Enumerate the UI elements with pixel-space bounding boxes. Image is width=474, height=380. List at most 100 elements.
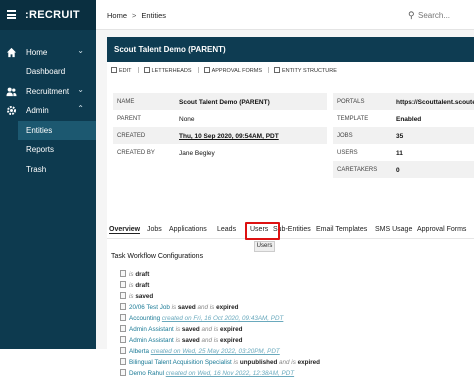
- menu-icon[interactable]: [7, 10, 16, 19]
- card-header: Scout Talent Demo (PARENT): [107, 37, 474, 62]
- detail-value: Thu, 10 Sep 2020, 09:54AM, PDT: [179, 133, 279, 140]
- chevron-up-icon: ⌃: [77, 104, 84, 113]
- list-item[interactable]: is draft: [120, 270, 149, 281]
- workflow-name[interactable]: Admin Assistant: [129, 337, 174, 344]
- and-is-text: and is: [197, 304, 215, 311]
- tab-sms-usage[interactable]: SMS Usage: [375, 226, 412, 233]
- list-item[interactable]: is saved: [120, 292, 153, 303]
- list-item[interactable]: Admin Assistant is saved and is expired: [120, 325, 242, 336]
- status-text: saved: [181, 326, 200, 333]
- tab-approval-forms[interactable]: Approval Forms: [417, 226, 466, 233]
- main-content: Scout Talent Demo (PARENT) EDIT LETTERHEA…: [96, 30, 474, 377]
- divider: [107, 238, 474, 239]
- detail-key: PORTALS: [337, 99, 365, 105]
- pencil-icon: [111, 67, 117, 73]
- detail-value: 0: [396, 167, 400, 174]
- list-item[interactable]: Accounting created on Fri, 16 Oct 2020, …: [120, 314, 283, 325]
- list-item[interactable]: Admin Assistant is saved and is expired: [120, 336, 242, 347]
- tab-leads[interactable]: Leads: [217, 226, 236, 233]
- sidebar-item-label: Home: [26, 48, 48, 57]
- portal-link[interactable]: https://Scouttalent.scouten: [396, 99, 474, 106]
- sidebar-item-home[interactable]: Home ⌄: [0, 43, 96, 62]
- tab-overview[interactable]: Overview: [109, 226, 141, 234]
- detail-row: TEMPLATE Enabled: [333, 110, 474, 127]
- breadcrumb-entities[interactable]: Entities: [141, 11, 166, 20]
- workflow-name[interactable]: Bilingual Talent Acquisition Specialist: [129, 359, 232, 366]
- entity-structure-button[interactable]: ENTITY STRUCTURE: [274, 67, 337, 74]
- list-item[interactable]: Demo Rahul created on Wed, 16 Nov 2022, …: [120, 369, 294, 380]
- workflow-name[interactable]: Demo Rahul: [129, 370, 164, 377]
- sidebar-item-dashboard[interactable]: Dashboard: [18, 62, 96, 81]
- people-icon: [6, 87, 17, 97]
- tab-email-templates[interactable]: Email Templates: [316, 226, 367, 233]
- created-date: created on Fri, 16 Oct 2020, 09:43AM, PD…: [161, 315, 284, 322]
- document-icon: [120, 347, 126, 354]
- page-title: Scout Talent Demo (PARENT): [114, 45, 226, 54]
- letterheads-button[interactable]: LETTERHEADS: [143, 67, 192, 74]
- is-text: is: [129, 271, 134, 278]
- workflow-name[interactable]: Accounting: [129, 315, 160, 322]
- workflow-name[interactable]: Alberta: [129, 348, 149, 355]
- sidebar-item-label: Admin: [26, 106, 49, 115]
- document-icon: [143, 67, 150, 73]
- detail-key: USERS: [337, 150, 358, 156]
- tooltip: Users: [254, 241, 275, 252]
- status-text: draft: [135, 271, 150, 278]
- breadcrumb-separator: >: [132, 11, 137, 20]
- document-icon: [120, 292, 126, 299]
- search-input[interactable]: [418, 9, 474, 21]
- list-item[interactable]: Bilingual Talent Acquisition Specialist …: [120, 358, 320, 369]
- status-text: expired: [220, 337, 243, 344]
- tab-jobs[interactable]: Jobs: [147, 226, 162, 233]
- status-text: saved: [177, 304, 196, 311]
- search-icon: ⚲: [408, 10, 415, 20]
- sidebar-item-label: Reports: [26, 145, 55, 154]
- detail-key: PARENT: [117, 116, 141, 122]
- edit-button[interactable]: EDIT: [111, 67, 132, 74]
- divider: [268, 67, 270, 73]
- list-item[interactable]: is draft: [120, 281, 149, 292]
- home-icon: [6, 47, 17, 58]
- detail-value: None: [179, 116, 195, 123]
- action-bar: EDIT LETTERHEADS APPROVAL FORMS ENTITY STRU…: [111, 67, 343, 74]
- search-box[interactable]: ⚲: [408, 9, 474, 21]
- workflow-name[interactable]: Admin Assistant: [129, 326, 174, 333]
- detail-key: CARETAKERS: [337, 167, 378, 173]
- detail-key: NAME: [117, 99, 135, 105]
- document-icon: [120, 336, 126, 343]
- topbar: Home > Entities ⚲: [96, 0, 474, 30]
- users-tab-highlight: [245, 222, 280, 240]
- sidebar: :RECRUIT Home ⌄ Dashboard Recruitment ⌄ …: [0, 0, 96, 349]
- detail-value: Scout Talent Demo (PARENT): [179, 99, 270, 106]
- status-text: unpublished: [239, 359, 278, 366]
- entity-structure-label: ENTITY STRUCTURE: [282, 68, 337, 74]
- created-by-link[interactable]: Jane Begley: [179, 150, 215, 157]
- sidebar-item-label: Recruitment: [26, 87, 70, 96]
- breadcrumb-home[interactable]: Home: [107, 11, 127, 20]
- detail-row: PARENT None: [113, 110, 327, 127]
- detail-row: CREATED BY Jane Begley: [113, 144, 327, 161]
- chevron-down-icon: ⌄: [77, 85, 84, 94]
- document-icon: [120, 358, 126, 365]
- sidebar-item-admin[interactable]: Admin ⌃: [0, 101, 96, 120]
- breadcrumb: Home > Entities: [107, 11, 166, 20]
- sidebar-item-label: Entities: [26, 126, 53, 135]
- status-text: expired: [297, 359, 321, 366]
- status-text: saved: [135, 293, 154, 300]
- status-text: saved: [181, 337, 200, 344]
- sidebar-item-entities[interactable]: Entities: [18, 121, 96, 140]
- created-date: created on Wed, 25 May 2022, 03:20PM, PD…: [150, 348, 280, 355]
- tab-applications[interactable]: Applications: [169, 226, 207, 233]
- sidebar-item-reports[interactable]: Reports: [18, 140, 96, 159]
- list-item[interactable]: 20/06 Test Job is saved and is expired: [120, 303, 238, 314]
- sidebar-item-trash[interactable]: Trash: [18, 160, 96, 179]
- edit-label: EDIT: [119, 68, 132, 74]
- sidebar-item-recruitment[interactable]: Recruitment ⌄: [0, 82, 96, 101]
- approval-forms-button[interactable]: APPROVAL FORMS: [203, 67, 262, 74]
- details-table-left: NAME Scout Talent Demo (PARENT) PARENT Non…: [113, 93, 327, 193]
- is-text: is: [233, 359, 239, 366]
- workflow-name[interactable]: 20/06 Test Job: [129, 304, 170, 311]
- detail-key: CREATED BY: [117, 150, 155, 156]
- divider: [137, 67, 139, 73]
- status-text: expired: [220, 326, 243, 333]
